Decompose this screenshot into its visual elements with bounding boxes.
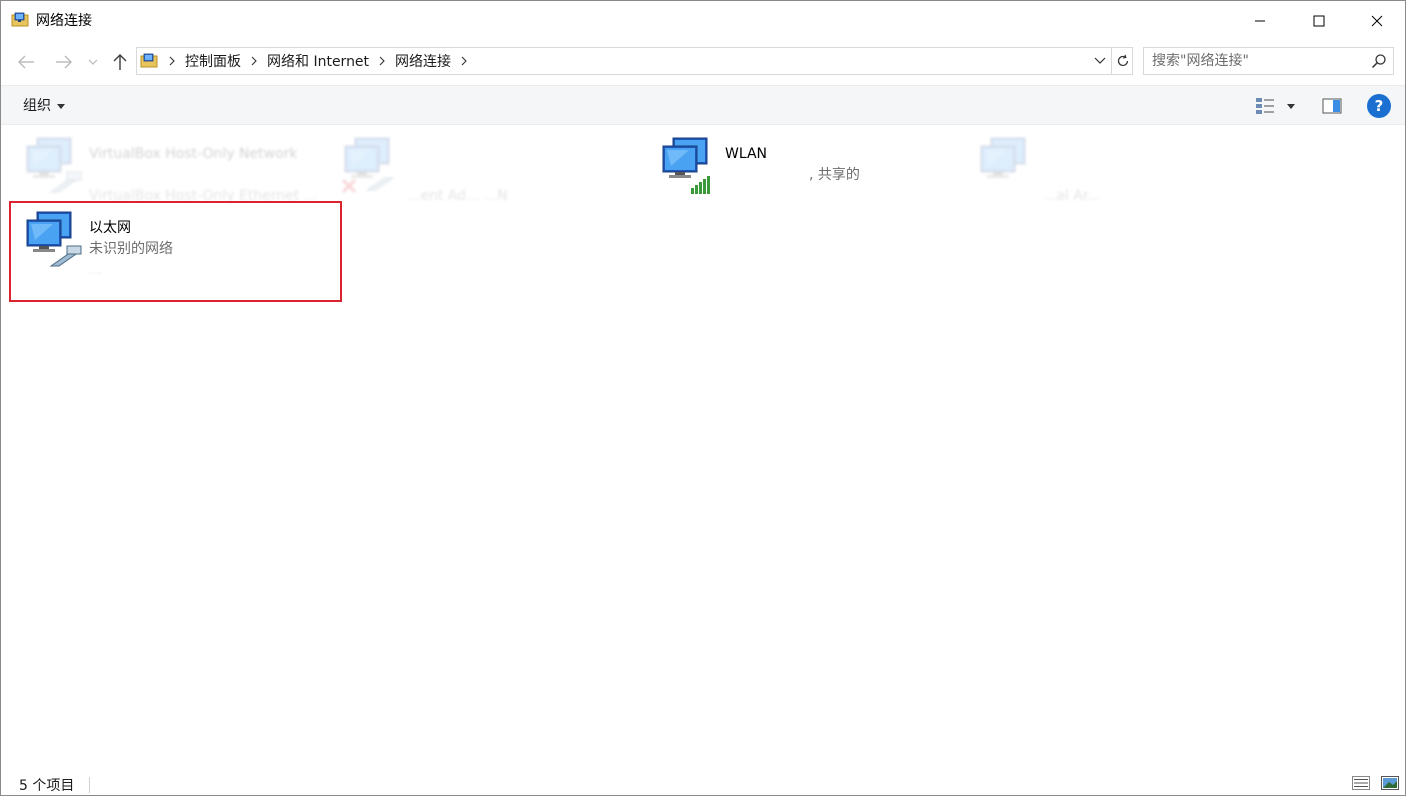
connection-text: VirtualBox Host-Only Network VirtualBox …	[89, 144, 317, 207]
connection-name	[407, 144, 508, 165]
title-bar[interactable]: 网络连接	[1, 1, 1405, 41]
connection-device: ...	[89, 262, 103, 278]
chevron-right-icon[interactable]	[371, 56, 393, 66]
search-box[interactable]	[1143, 47, 1394, 75]
connection-item-vpn-adapter[interactable]: ...ent Ad... ...N	[341, 134, 659, 206]
minimize-button[interactable]	[1231, 1, 1289, 41]
arrow-left-icon	[18, 55, 34, 69]
refresh-button[interactable]	[1111, 48, 1133, 74]
connection-status	[407, 165, 508, 186]
connection-status: , 共享的	[809, 167, 860, 183]
control-panel-icon	[140, 53, 158, 68]
breadcrumb-control-panel[interactable]: 控制面板	[183, 51, 243, 71]
connection-item-virtualbox-host-only[interactable]: VirtualBox Host-Only Network VirtualBox …	[23, 134, 341, 206]
search-icon[interactable]	[1371, 53, 1387, 69]
organize-menu-button[interactable]: 组织	[15, 94, 73, 118]
help-icon[interactable]: ?	[1367, 94, 1391, 118]
status-divider	[89, 777, 90, 793]
connection-status: 未识别的网络	[89, 241, 173, 257]
maximize-button[interactable]	[1290, 1, 1348, 41]
caret-down-icon	[1287, 103, 1295, 109]
connections-list: VirtualBox Host-Only Network VirtualBox …	[1, 126, 1405, 766]
address-bar[interactable]: 控制面板 网络和 Internet 网络连接	[136, 47, 1133, 75]
view-options-button[interactable]	[1283, 95, 1299, 117]
ethernet-cable-icon	[49, 171, 82, 193]
details-view-icon[interactable]	[1352, 776, 1370, 790]
connection-status	[89, 165, 317, 186]
connection-name	[1043, 144, 1101, 165]
back-button[interactable]	[13, 49, 39, 75]
connection-device: ...al Ar...	[1043, 188, 1101, 204]
search-input[interactable]	[1144, 48, 1364, 74]
connection-name: WLAN	[725, 146, 768, 162]
connection-device: VirtualBox Host-Only Ethernet ...	[89, 188, 318, 204]
forward-button[interactable]	[51, 49, 77, 75]
network-connections-app-icon	[11, 12, 29, 27]
caret-down-icon	[57, 103, 65, 109]
connection-item-virtual-adapter[interactable]: ...al Ar...	[977, 134, 1295, 206]
recent-locations-button[interactable]	[83, 49, 103, 75]
navigation-bar: 控制面板 网络和 Internet 网络连接	[1, 41, 1405, 83]
chevron-right-icon[interactable]	[243, 56, 265, 66]
explorer-window: 网络连接 控制面板 网络和 Internet 网络连接 搜索"网络连接" 组织 …	[0, 0, 1406, 796]
connection-status	[1043, 165, 1101, 186]
close-button[interactable]	[1348, 1, 1406, 41]
window-title: 网络连接	[36, 13, 92, 29]
maximize-icon	[1313, 15, 1325, 27]
large-icons-view-icon[interactable]	[1381, 776, 1399, 790]
network-adapter-icon	[659, 134, 721, 196]
minimize-icon	[1255, 20, 1265, 22]
connection-text: ...ent Ad... ...N	[407, 144, 508, 207]
connection-name: 以太网	[89, 220, 131, 236]
chevron-down-icon	[1094, 57, 1106, 64]
wifi-signal-icon	[691, 176, 710, 194]
connection-device	[725, 186, 860, 207]
connection-item-wlan[interactable]: WLAN , 共享的	[659, 134, 977, 206]
network-adapter-icon	[977, 134, 1039, 196]
arrow-up-icon	[113, 54, 127, 70]
change-view-icon[interactable]	[1254, 95, 1276, 117]
breadcrumb-network-connections[interactable]: 网络连接	[393, 51, 453, 71]
close-icon	[1371, 15, 1383, 27]
breadcrumb-network-internet[interactable]: 网络和 Internet	[265, 51, 371, 71]
ethernet-cable-icon	[49, 245, 82, 267]
network-adapter-icon	[23, 208, 85, 270]
address-history-button[interactable]	[1089, 48, 1111, 74]
refresh-icon	[1117, 54, 1128, 67]
organize-label: 组织	[23, 98, 51, 114]
status-bar: 5 个项目	[1, 769, 1405, 796]
network-adapter-icon	[23, 134, 85, 196]
breadcrumb: 控制面板 网络和 Internet 网络连接	[161, 48, 475, 74]
network-adapter-icon	[341, 134, 403, 196]
chevron-right-icon[interactable]	[161, 56, 183, 66]
chevron-right-icon[interactable]	[453, 56, 475, 66]
disconnected-x-icon	[341, 177, 395, 194]
connection-text: ...al Ar...	[1043, 144, 1101, 207]
connection-device: ...ent Ad... ...N	[407, 188, 508, 204]
preview-pane-icon[interactable]	[1321, 95, 1343, 117]
arrow-right-icon	[56, 55, 72, 69]
connection-name: VirtualBox Host-Only Network	[89, 146, 298, 162]
chevron-down-icon	[88, 59, 98, 65]
command-bar: 组织 ?	[1, 85, 1405, 125]
item-count: 5 个项目	[19, 778, 75, 794]
connection-text: WLAN , 共享的	[725, 144, 860, 207]
up-button[interactable]	[107, 49, 133, 75]
connection-text: 以太网未识别的网络...	[89, 218, 173, 281]
connection-item-ethernet[interactable]: 以太网未识别的网络...	[23, 208, 341, 280]
